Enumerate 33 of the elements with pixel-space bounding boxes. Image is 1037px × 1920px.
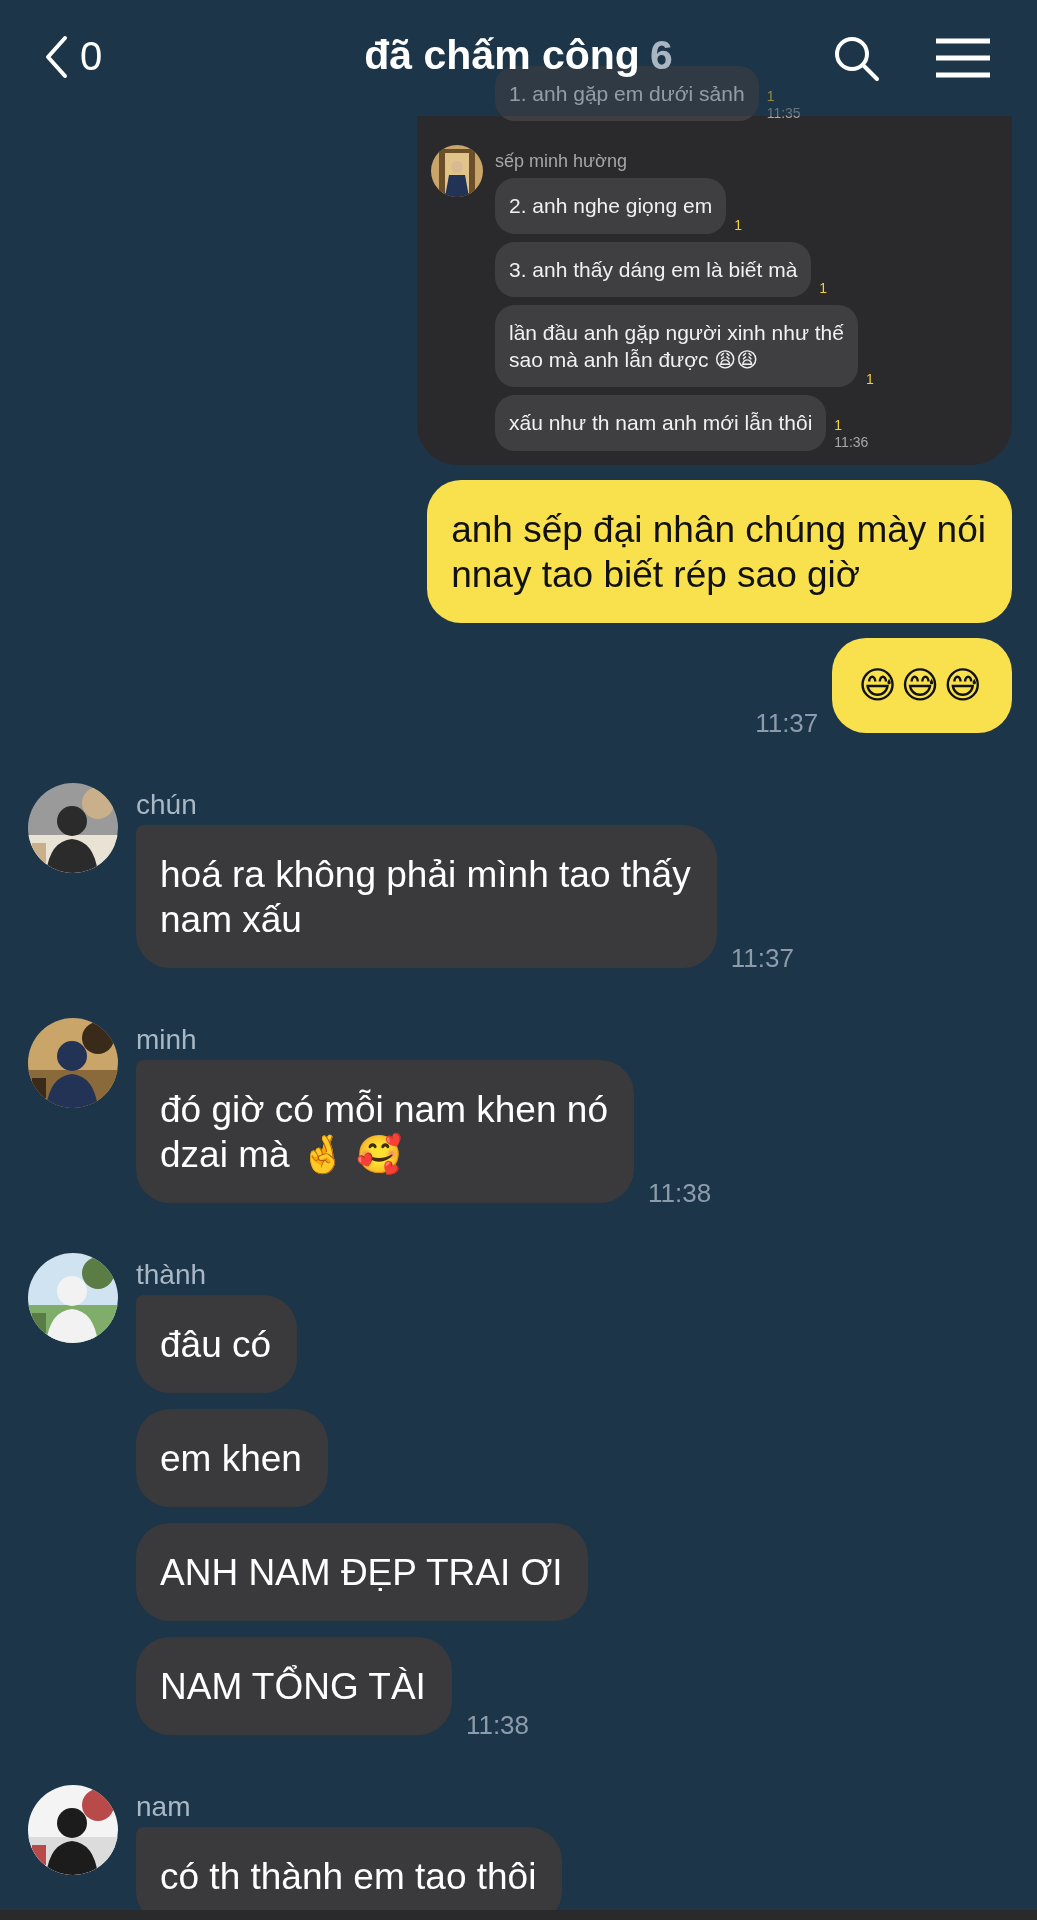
unread-count: 1 bbox=[834, 417, 843, 434]
message-bubble: ANH NAM ĐẸP TRAI ƠI bbox=[136, 1523, 589, 1621]
unread-count: 1 bbox=[819, 280, 828, 297]
message-bubble: xấu như th nam anh mới lẫn thôi bbox=[495, 395, 827, 451]
menu-icon[interactable] bbox=[936, 38, 990, 78]
message-bubble: đó giờ có mỗi nam khen nó dzai mà 🤞 🥰 bbox=[136, 1060, 634, 1203]
message-bubble: em khen bbox=[136, 1409, 328, 1507]
back-icon bbox=[44, 34, 68, 79]
unread-count: 1 bbox=[865, 370, 874, 388]
message-bubble: 2. anh nghe giọng em bbox=[495, 178, 727, 234]
message-time: 11:35 bbox=[766, 104, 801, 122]
message-time: 11:38 bbox=[465, 1710, 530, 1741]
message-time: 11:37 bbox=[730, 943, 794, 974]
sender-name: minh bbox=[136, 1024, 198, 1056]
message-bubble: hoá ra không phải mình tao thấy nam xấu bbox=[136, 825, 717, 968]
message-time: 11:38 bbox=[647, 1178, 712, 1209]
sender-name: sếp minh hường bbox=[495, 151, 628, 173]
sender-name: thành bbox=[136, 1259, 208, 1291]
message-bubble: anh sếp đại nhân chúng mày nói nnay tao biết rép sao giờ bbox=[427, 480, 1012, 623]
sender-name: chún bbox=[136, 789, 198, 821]
unread-count: 1 bbox=[734, 216, 742, 234]
back-button[interactable]: 0 bbox=[44, 34, 103, 79]
sender-name: nam bbox=[136, 1791, 192, 1823]
search-icon[interactable] bbox=[832, 34, 880, 82]
message-bubble: đâu có bbox=[136, 1295, 298, 1393]
message-bubble: NAM TỔNG TÀI bbox=[136, 1637, 452, 1735]
message-time: 11:37 bbox=[755, 708, 819, 739]
unread-count: 0 bbox=[80, 34, 103, 79]
message-time: 11:36 bbox=[834, 434, 869, 451]
message-bubble: lần đầu anh gặp người xinh như thế sao mà anh lẫn được 😩😩 bbox=[495, 304, 858, 388]
unread-count: 1 bbox=[766, 87, 775, 105]
message-bubble: 😅😅😅 bbox=[832, 638, 1012, 733]
message-bubble: 3. anh thấy dáng em là biết mà bbox=[495, 241, 812, 297]
